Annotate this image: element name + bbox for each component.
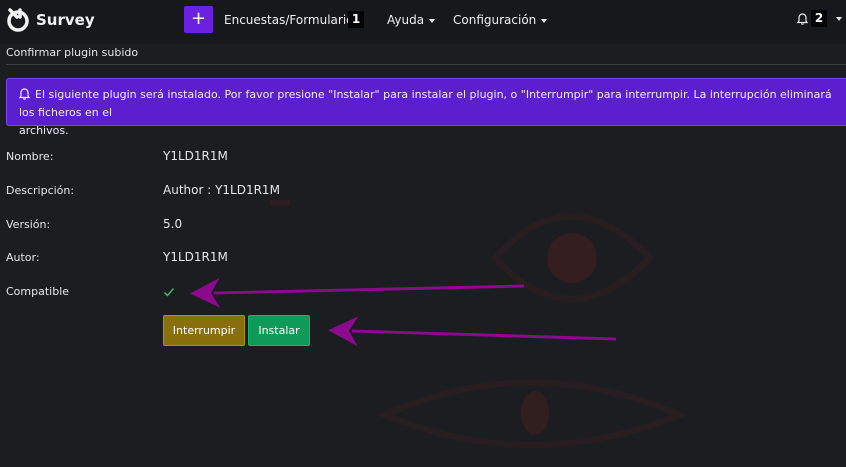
install-button[interactable]: Instalar — [248, 315, 310, 346]
app-logo[interactable]: Survey — [6, 7, 95, 33]
background-eye-watermark — [270, 200, 688, 448]
author-value: Y1LD1R1M — [163, 250, 228, 264]
arrow-to-install — [328, 316, 617, 347]
abort-button[interactable]: Interrumpir — [163, 315, 245, 346]
description-label: Descripción: — [6, 184, 75, 197]
add-survey-button[interactable]: + — [184, 6, 213, 33]
name-label: Nombre: — [6, 150, 54, 163]
info-alert: El siguiente plugin será instalado. Por … — [6, 78, 846, 137]
nav-help-label: Ayuda — [387, 13, 425, 27]
surveys-count-badge: 1 — [348, 11, 364, 28]
chevron-down-icon[interactable] — [836, 17, 842, 21]
check-icon — [164, 288, 175, 297]
alert-line-1: El siguiente plugin será instalado. Por … — [19, 86, 839, 122]
name-value: Y1LD1R1M — [163, 149, 228, 163]
chevron-down-icon — [429, 18, 436, 23]
nav-surveys-link[interactable]: Encuestas/Formularios — [224, 13, 360, 27]
nav-config-label: Configuración — [453, 13, 537, 27]
compatible-label: Compatible — [6, 285, 70, 298]
alert-text-2: archivos. — [19, 124, 69, 137]
nav-config-dropdown[interactable]: Configuración — [453, 13, 548, 27]
nav-help-dropdown[interactable]: Ayuda — [387, 13, 436, 27]
survey-logo-icon — [7, 8, 29, 32]
bell-icon[interactable] — [797, 13, 808, 25]
author-label: Autor: — [6, 251, 40, 264]
notifications-count-badge[interactable]: 2 — [811, 10, 827, 27]
top-navbar: Survey + Encuestas/Formularios 1 Ayuda C… — [0, 0, 846, 44]
version-value: 5.0 — [163, 217, 183, 231]
bell-icon — [19, 88, 30, 100]
version-label: Versión: — [6, 218, 51, 231]
arrow-to-compatible — [190, 277, 525, 308]
page-title: Confirmar plugin subido — [6, 46, 139, 59]
alert-text-1: El siguiente plugin será instalado. Por … — [19, 88, 832, 119]
divider — [6, 64, 846, 65]
chevron-down-icon — [541, 18, 548, 23]
app-name: Survey — [36, 11, 95, 29]
annotation-arrows — [190, 277, 617, 347]
description-value: Author : Y1LD1R1M — [163, 183, 280, 197]
